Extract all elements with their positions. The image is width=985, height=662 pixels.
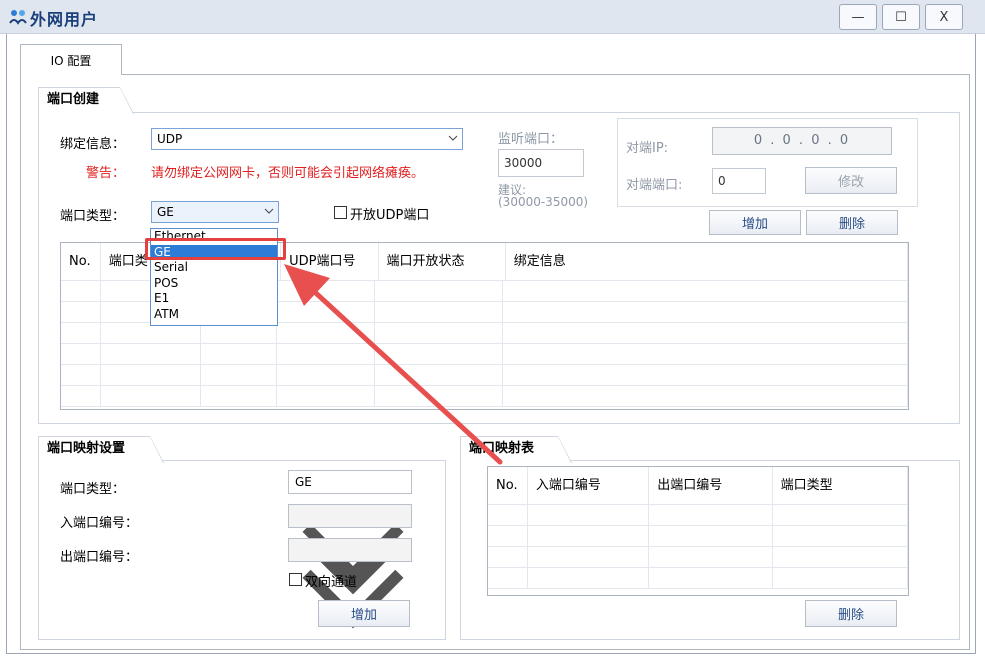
warning-text: 请勿绑定公网网卡，否则可能会引起网络瘫痪。 (151, 166, 425, 181)
chevron-down-icon (264, 208, 274, 214)
maximize-button[interactable]: ☐ (882, 4, 920, 30)
window-title: 外网用户 (30, 10, 99, 29)
delete-port-button[interactable]: 删除 (806, 210, 898, 235)
open-udp-checkbox[interactable] (334, 206, 347, 219)
dropdown-option-e1[interactable]: E1 (151, 291, 277, 307)
dropdown-option-serial[interactable]: Serial (151, 260, 277, 276)
port-type-label: 端口类型： (60, 209, 126, 224)
col-bind-info: 绑定信息 (506, 243, 908, 281)
minimize-button[interactable]: — (839, 4, 877, 30)
dropdown-option-atm[interactable]: ATM (151, 307, 277, 323)
col-open-status: 端口开放状态 (379, 243, 506, 281)
bind-select-value: UDP (157, 132, 183, 146)
table-row[interactable] (488, 568, 908, 589)
title-bar (0, 0, 985, 34)
port-create-title: 端口创建 (38, 87, 134, 114)
warning-label: 警告： (86, 166, 126, 181)
close-icon: X (939, 9, 949, 25)
chevron-down-icon (448, 135, 458, 141)
peer-ip-input[interactable]: 0 . 0 . 0 . 0 (712, 127, 892, 155)
add-mapping-button[interactable]: 增加 (318, 600, 410, 627)
mapping-table: No. 入端口编号 出端口编号 端口类型 (487, 466, 909, 596)
add-port-button[interactable]: 增加 (709, 210, 801, 235)
open-udp-label: 开放UDP端口 (350, 208, 430, 223)
col-no: No. (61, 243, 101, 281)
listen-port-input[interactable]: 30000 (498, 149, 584, 177)
minimize-icon: — (851, 9, 865, 25)
close-button[interactable]: X (925, 4, 963, 30)
col-in-port: 入端口编号 (528, 467, 650, 505)
col-udp-port: UDP端口号 (281, 243, 379, 281)
dropdown-option-pos[interactable]: POS (151, 276, 277, 292)
app-icon (9, 10, 27, 25)
highlight-box (145, 238, 286, 260)
modify-button[interactable]: 修改 (805, 167, 897, 194)
table-row[interactable] (61, 323, 908, 344)
bind-label: 绑定信息： (60, 137, 126, 152)
listen-port-label: 监听端口： (498, 132, 564, 147)
in-port-select[interactable] (288, 504, 412, 595)
bidirectional-label: 双向通道 (305, 575, 358, 590)
col-map-port-type: 端口类型 (773, 467, 908, 505)
chevron-down-icon (302, 569, 404, 629)
out-port-label: 出端口编号： (60, 550, 139, 565)
maximize-icon: ☐ (895, 9, 907, 25)
tab-io-config[interactable]: IO 配置 (20, 44, 122, 75)
peer-ip-label: 对端IP: (626, 141, 669, 156)
bind-select[interactable]: UDP (151, 128, 463, 150)
out-port-select[interactable] (288, 538, 412, 629)
mapping-table-header: No. 入端口编号 出端口编号 端口类型 (488, 467, 908, 505)
port-type-select-value: GE (157, 205, 174, 219)
port-mapping-settings-title: 端口映射设置 (38, 436, 164, 463)
table-row[interactable] (488, 526, 908, 547)
port-mapping-table-title: 端口映射表 (460, 436, 572, 463)
table-row[interactable] (488, 547, 908, 568)
bidirectional-checkbox[interactable] (289, 573, 302, 586)
table-row[interactable] (61, 344, 908, 365)
peer-port-label: 对端端口: (626, 178, 683, 193)
col-out-port: 出端口编号 (649, 467, 773, 505)
delete-mapping-button[interactable]: 删除 (805, 600, 897, 627)
table-row[interactable] (61, 386, 908, 407)
peer-port-input[interactable]: 0 (712, 168, 766, 194)
col-map-no: No. (488, 467, 528, 505)
table-row[interactable] (61, 365, 908, 386)
table-row[interactable] (488, 505, 908, 526)
suggest-range: (30000-35000) (498, 195, 589, 209)
in-port-label: 入端口编号： (60, 516, 139, 531)
map-port-type-value: GE (295, 475, 312, 489)
port-type-select[interactable]: GE (151, 201, 279, 223)
map-port-type-label: 端口类型： (60, 482, 126, 497)
map-port-type-select[interactable]: GE (288, 470, 412, 583)
